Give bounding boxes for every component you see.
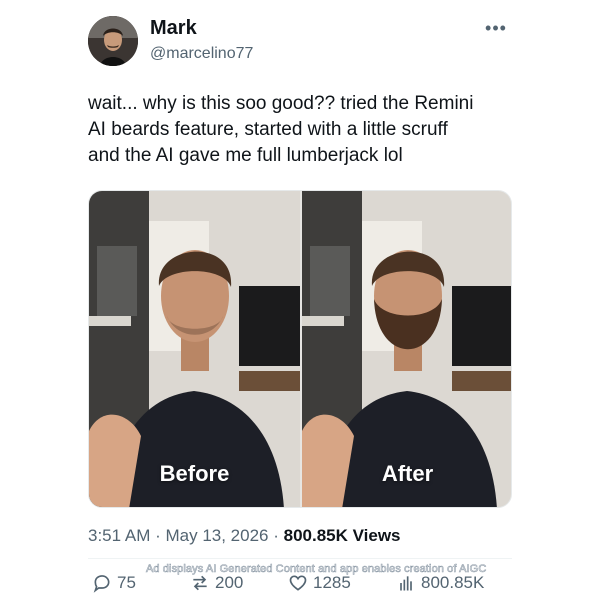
like-count: 1285 [313, 573, 351, 592]
after-image[interactable]: After [302, 191, 511, 507]
tweet-views: 800.85K Views [283, 526, 401, 545]
reply-icon [93, 575, 110, 593]
tweet-text: wait... why is this soo good?? tried the… [88, 93, 474, 166]
divider [88, 558, 512, 559]
after-label: After [381, 461, 434, 486]
author-name[interactable]: Mark [150, 17, 197, 40]
before-label: Before [159, 461, 230, 486]
reply-button[interactable]: 75 [92, 572, 136, 594]
more-options-icon[interactable]: ••• [484, 18, 508, 38]
author-handle[interactable]: @marcelino77 [150, 45, 253, 63]
tweet-card: Mark @marcelino77 ••• wait... why is thi… [0, 0, 600, 600]
like-button[interactable]: 1285 [288, 572, 351, 594]
tweet-date[interactable]: May 13, 2026 [165, 526, 268, 545]
tweet-meta: 3:51 AM · May 13, 2026 · 800.85K Views [88, 526, 401, 546]
heart-icon [289, 575, 307, 591]
retweet-button[interactable]: 200 [190, 572, 243, 594]
retweet-icon [193, 575, 207, 591]
tweet-media[interactable]: Before After [88, 190, 512, 508]
meta-separator: · [150, 526, 166, 545]
views-button[interactable]: 800.85K [396, 572, 484, 594]
ai-content-disclosure: Ad displays AI Generated Content and app… [146, 563, 487, 576]
tweet-time[interactable]: 3:51 AM [88, 526, 150, 545]
retweet-count: 200 [215, 573, 244, 592]
views-chart-icon [400, 576, 412, 591]
views-count: 800.85K [421, 573, 485, 592]
before-image[interactable]: Before [89, 191, 300, 507]
meta-separator: · [268, 526, 284, 545]
avatar[interactable] [88, 16, 138, 66]
reply-count: 75 [117, 573, 136, 592]
